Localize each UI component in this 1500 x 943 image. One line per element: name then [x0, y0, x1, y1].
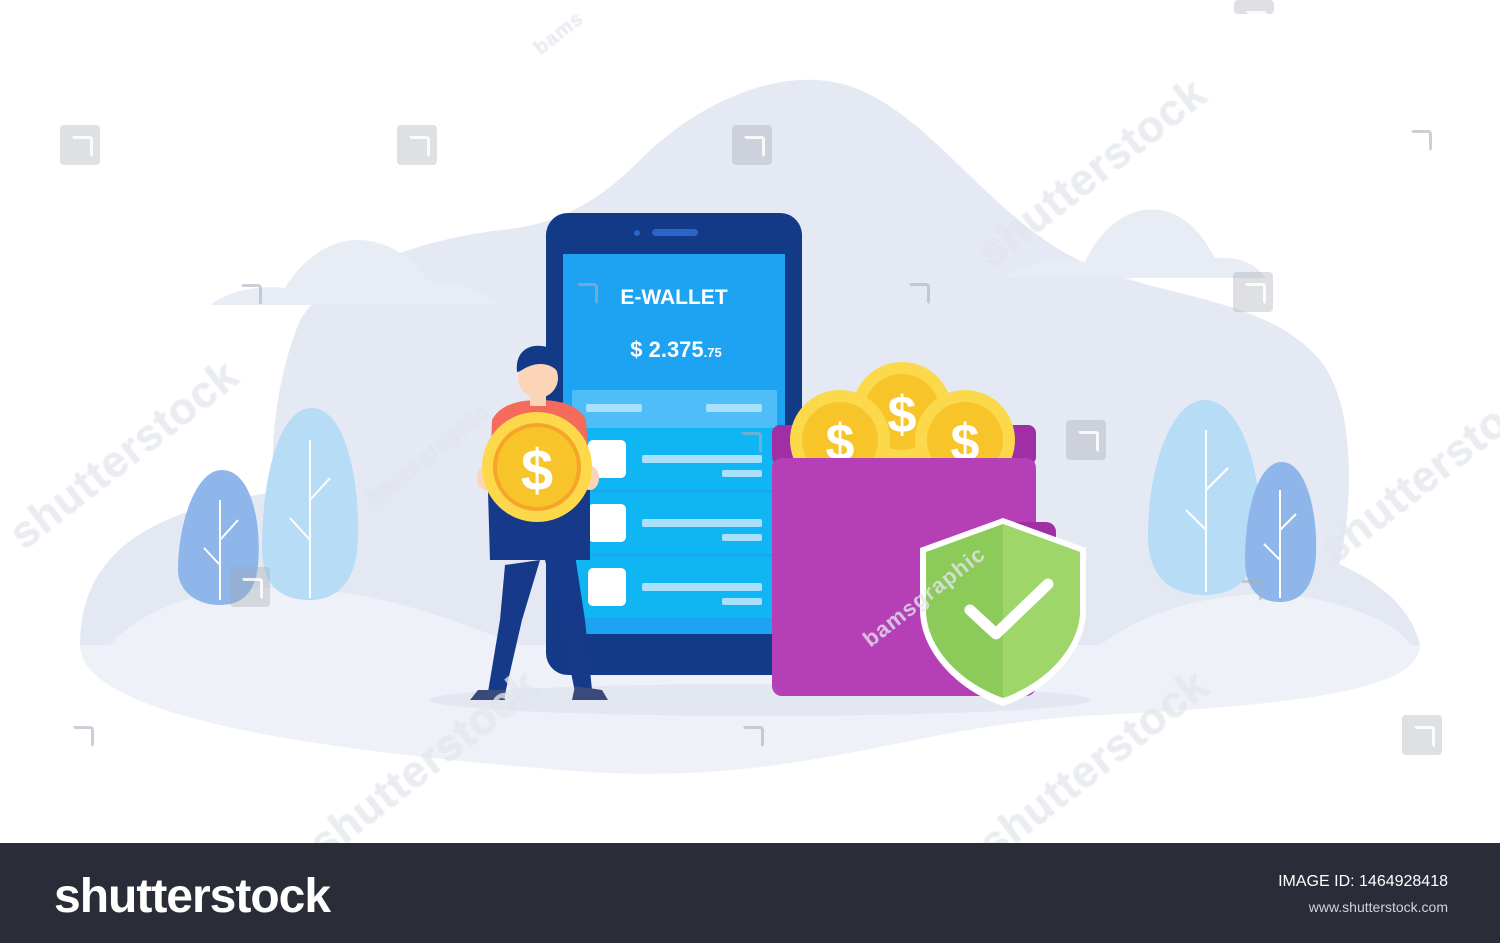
watermark-icon [60, 125, 100, 165]
image-id-value: 1464928418 [1359, 873, 1448, 890]
watermark-icon [1234, 0, 1274, 33]
watermark-icon [72, 726, 94, 748]
watermark-icon [742, 726, 764, 748]
footer-url[interactable]: www.shutterstock.com [1309, 899, 1448, 915]
wallet-balance-cents: .75 [704, 345, 722, 360]
watermark-icon [1410, 130, 1432, 152]
svg-text:$: $ [888, 386, 917, 444]
watermark-icon [732, 125, 772, 165]
watermark-icon [1240, 580, 1262, 602]
watermark-icon [397, 125, 437, 165]
watermark-icon [576, 283, 598, 305]
watermark-icon [1402, 715, 1442, 755]
image-id: IMAGE ID: 1464928418 [1278, 873, 1448, 891]
watermark-icon [1066, 420, 1106, 460]
footer-bar: shutterstock IMAGE ID: 1464928418 www.sh… [0, 843, 1500, 943]
shutterstock-logo: shutterstock [54, 870, 331, 923]
watermark-icon [1233, 272, 1273, 312]
dollar-coin-icon: $ [482, 412, 592, 522]
watermark-icon [740, 432, 762, 454]
watermark-icon [908, 283, 930, 305]
wallet-balance-main: $ 2.375 [630, 337, 703, 362]
watermark-icon [240, 284, 262, 306]
wallet-title: E-WALLET [620, 286, 727, 309]
image-id-label: IMAGE ID: [1278, 873, 1355, 890]
svg-text:$: $ [521, 438, 553, 503]
watermark-icon [230, 567, 270, 607]
